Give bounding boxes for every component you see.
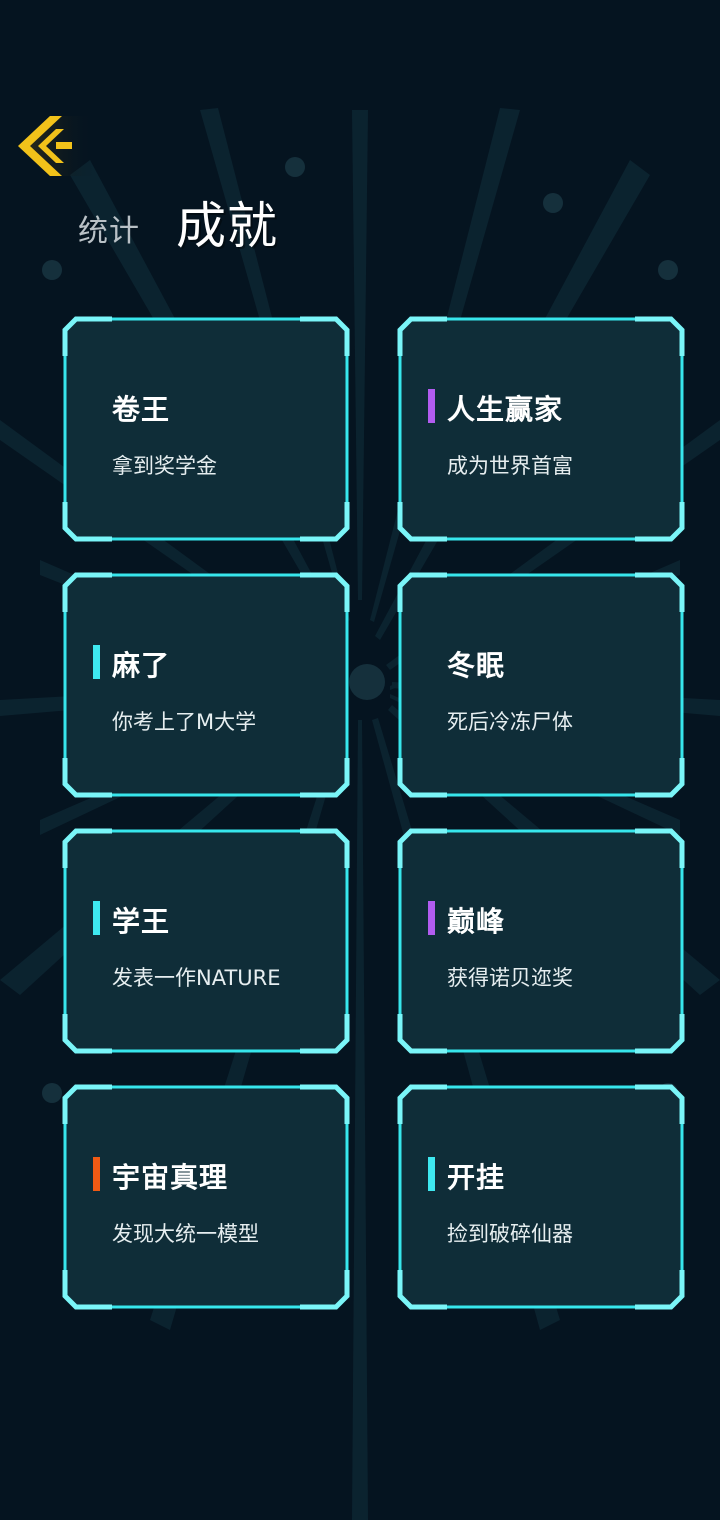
- rarity-bar-cyan: [93, 901, 100, 935]
- achievement-title: 人生赢家: [447, 393, 564, 426]
- achievement-card[interactable]: 巅峰 获得诺贝迩奖: [397, 828, 685, 1054]
- rarity-bar-cyan: [428, 1157, 435, 1191]
- card-frame: [62, 828, 350, 1054]
- achievement-card[interactable]: 卷王 拿到奖学金: [62, 316, 350, 542]
- achievement-description: 发现大统一模型: [112, 1222, 259, 1246]
- card-frame: [397, 316, 685, 542]
- card-frame: [397, 572, 685, 798]
- back-button[interactable]: [16, 112, 96, 180]
- achievement-description: 拿到奖学金: [112, 454, 217, 478]
- achievement-title: 麻了: [112, 649, 171, 682]
- achievement-card[interactable]: 冬眠 死后冷冻尸体: [397, 572, 685, 798]
- card-frame: [397, 828, 685, 1054]
- achievement-description: 你考上了M大学: [112, 710, 257, 734]
- card-frame: [397, 1084, 685, 1310]
- rarity-bar-purple: [428, 389, 435, 423]
- achievement-description: 获得诺贝迩奖: [447, 966, 573, 990]
- achievement-card[interactable]: 麻了 你考上了M大学: [62, 572, 350, 798]
- achievement-title: 卷王: [112, 393, 171, 426]
- card-frame: [62, 316, 350, 542]
- achievement-description: 死后冷冻尸体: [447, 710, 573, 734]
- achievement-title: 冬眠: [447, 649, 506, 682]
- achievement-title: 巅峰: [447, 905, 506, 938]
- back-arrow-icon: [18, 116, 94, 176]
- achievement-title: 开挂: [447, 1161, 506, 1194]
- rarity-bar-purple: [428, 901, 435, 935]
- achievement-card[interactable]: 开挂 捡到破碎仙器: [397, 1084, 685, 1310]
- tab-stats[interactable]: 统计: [78, 206, 140, 250]
- achievement-description: 发表一作NATURE: [112, 966, 281, 990]
- tab-achievements: 成就: [176, 197, 278, 255]
- achievement-title: 学王: [112, 905, 171, 938]
- achievement-card[interactable]: 宇宙真理 发现大统一模型: [62, 1084, 350, 1310]
- card-frame: [62, 572, 350, 798]
- achievement-title: 宇宙真理: [112, 1161, 229, 1194]
- achievement-description: 成为世界首富: [447, 454, 573, 478]
- rarity-bar-cyan: [93, 645, 100, 679]
- card-frame: [62, 1084, 350, 1310]
- achievement-description: 捡到破碎仙器: [447, 1222, 573, 1246]
- achievement-card[interactable]: 学王 发表一作NATURE: [62, 828, 350, 1054]
- rarity-bar-orange: [93, 1157, 100, 1191]
- achievement-card[interactable]: 人生赢家 成为世界首富: [397, 316, 685, 542]
